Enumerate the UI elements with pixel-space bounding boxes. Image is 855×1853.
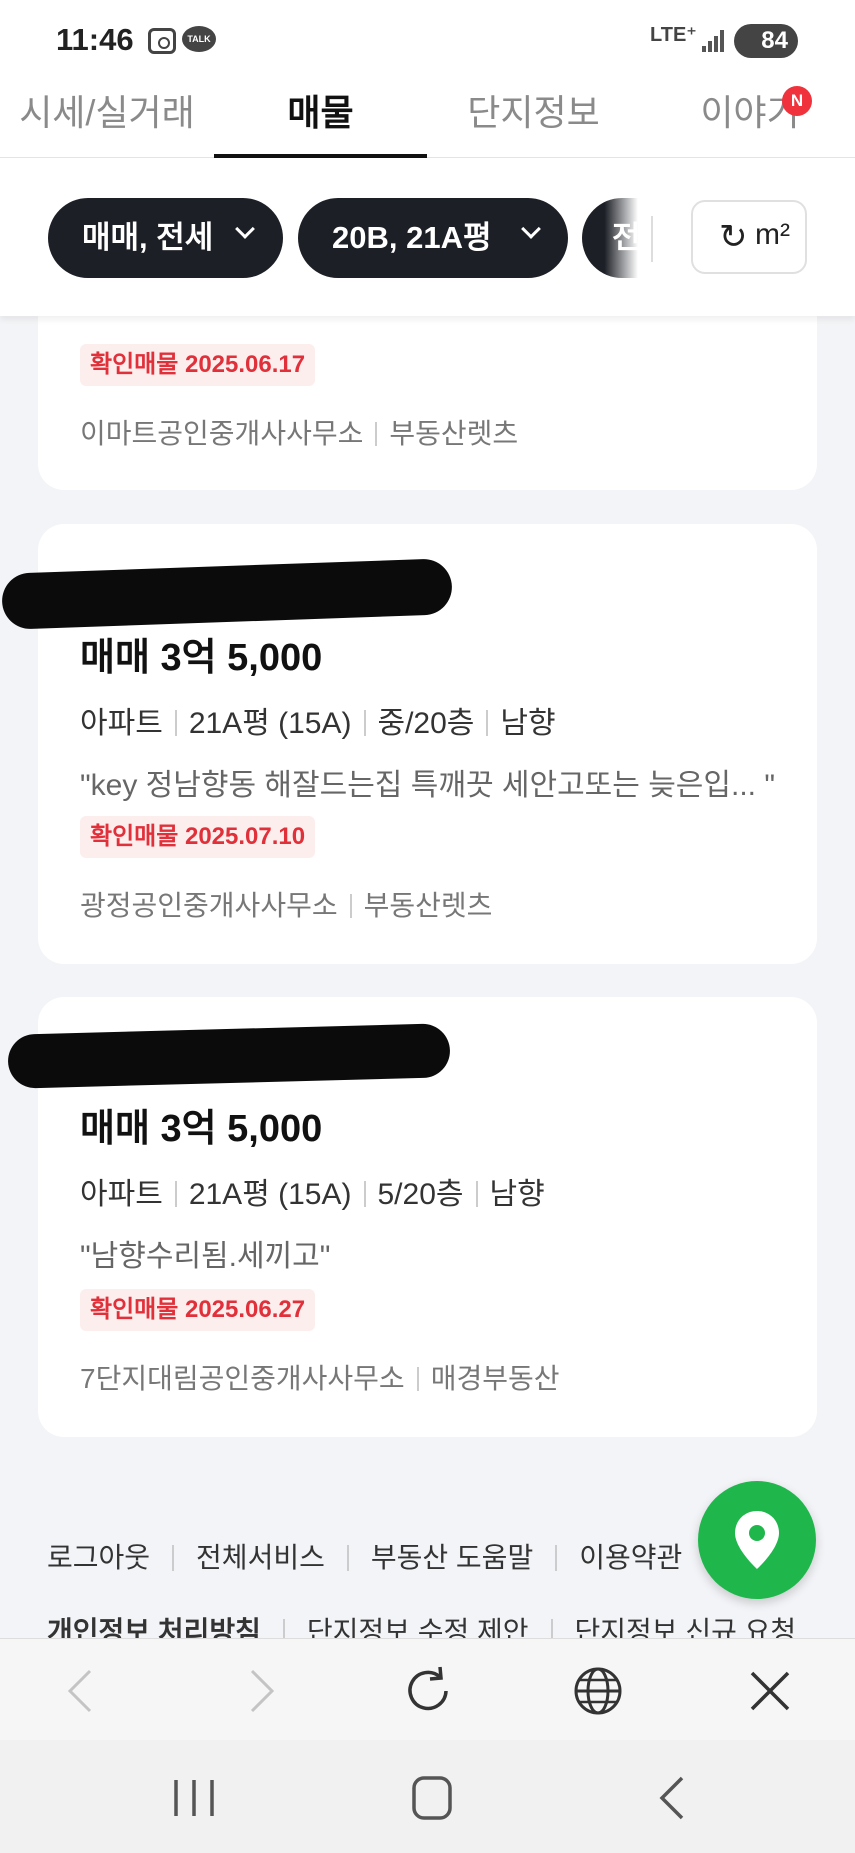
property-size: 21A평 (15A) <box>188 707 352 740</box>
property-floor: 중/20층 <box>377 707 475 740</box>
real-estate-help-link[interactable]: 부동산 도움말 <box>371 1542 533 1573</box>
redacted-title <box>7 1023 451 1089</box>
refresh-icon: ↻ <box>719 218 748 256</box>
unit-toggle-button[interactable]: ↻ m² <box>691 200 807 274</box>
status-time: 11:46 <box>56 22 134 57</box>
complex-new-request-link[interactable]: 단지정보 신규 요청 <box>575 1616 797 1640</box>
battery-level: 84 <box>761 27 788 54</box>
talk-icon: TALK <box>182 26 216 52</box>
terms-link[interactable]: 이용약관 <box>579 1542 682 1573</box>
chevron-down-icon <box>235 219 255 239</box>
battery-icon: 84 <box>734 24 798 58</box>
close-icon[interactable] <box>742 1663 798 1719</box>
logout-link[interactable]: 로그아웃 <box>47 1542 150 1573</box>
listing-agency-row: 이마트공인중개사사무소 부동산렛츠 <box>80 412 518 452</box>
agency-name: 이마트공인중개사사무소 <box>80 418 364 449</box>
footer-links-secondary: 개인정보 처리방침 단지정보 수정 제안 단지정보 신규 요청 <box>47 1610 796 1640</box>
agency-name: 7단지대림공인중개사사무소 <box>80 1363 405 1394</box>
property-direction: 남향 <box>489 1178 545 1211</box>
listing-specs: 아파트 21A평 (15A) 5/20층 남향 <box>80 1169 545 1213</box>
screenshot-icon <box>148 28 176 54</box>
size-filter[interactable]: 20B, 21A평 <box>298 198 568 278</box>
tab-stories[interactable]: 이야기 <box>660 80 840 158</box>
reload-icon[interactable] <box>400 1663 456 1719</box>
listing-description: "남향수리됨.세끼고" <box>80 1240 331 1273</box>
property-size: 21A평 (15A) <box>188 1178 352 1211</box>
back-arrow-icon[interactable] <box>54 1663 110 1719</box>
privacy-policy-link[interactable]: 개인정보 처리방침 <box>47 1616 261 1640</box>
listing-price: 매매 3억 5,000 <box>80 1108 323 1150</box>
chevron-down-icon <box>521 219 541 239</box>
redacted-title <box>1 558 453 630</box>
forward-arrow-icon[interactable] <box>232 1663 288 1719</box>
trade-type-filter[interactable]: 매매, 전세 <box>48 198 283 278</box>
confirmed-badge: 확인매물 2025.06.17 <box>80 344 316 386</box>
listing-price: 매매 3억 5,000 <box>80 637 323 679</box>
listing-specs: 아파트 21A평 (15A) 중/20층 남향 <box>80 698 556 742</box>
signal-icon <box>702 30 726 52</box>
trade-type-filter-label: 매매, 전세 <box>82 220 214 255</box>
listing-agency-row: 7단지대림공인중개사사무소 매경부동산 <box>80 1357 560 1397</box>
property-type: 아파트 <box>80 1178 163 1211</box>
listing-description: "key 정남향동 해잘드는집 특깨끗 세안고또는 늦은입... " <box>80 769 775 802</box>
map-pin-icon <box>735 1511 779 1569</box>
complex-edit-suggestion-link[interactable]: 단지정보 수정 제안 <box>307 1616 529 1640</box>
tab-listings[interactable]: 매물 <box>214 80 427 158</box>
recent-apps-icon[interactable] <box>164 1770 224 1826</box>
confirmed-badge: 확인매물 2025.06.27 <box>80 1289 316 1331</box>
property-direction: 남향 <box>500 707 556 740</box>
more-filter-chip[interactable]: 전 <box>582 198 638 278</box>
filter-divider <box>651 216 653 262</box>
listing-provider: 부동산렛츠 <box>389 418 519 449</box>
property-type: 아파트 <box>80 707 163 740</box>
size-filter-label: 20B, 21A평 <box>332 220 492 255</box>
footer-links: 로그아웃 전체서비스 부동산 도움말 이용약관 <box>47 1536 682 1576</box>
status-bar: 11:46 TALK LTE⁺ 84 <box>0 0 855 80</box>
more-filter-label: 전 <box>612 220 638 255</box>
tab-complex-info[interactable]: 단지정보 <box>427 80 640 158</box>
all-services-link[interactable]: 전체서비스 <box>196 1542 325 1573</box>
tab-price-history[interactable]: 시세/실거래 <box>0 80 214 158</box>
home-icon[interactable] <box>402 1770 462 1826</box>
property-floor: 5/20층 <box>377 1178 464 1211</box>
new-badge: N <box>782 86 812 116</box>
lte-icon: LTE⁺ <box>650 24 697 46</box>
listing-card[interactable]: 매매 3억 5,000 아파트 21A평 (15A) 5/20층 남향 "남향수리됨.… <box>7 997 817 1437</box>
confirmed-badge: 확인매물 2025.07.10 <box>80 816 316 858</box>
browser-toolbar <box>0 1638 855 1740</box>
system-navigation-bar <box>0 1740 855 1853</box>
filter-bar: 매매, 전세 20B, 21A평 전 ↻ m² <box>0 158 855 316</box>
listing-provider: 부동산렛츠 <box>363 890 493 921</box>
listing-provider: 매경부동산 <box>430 1363 560 1394</box>
map-button[interactable] <box>698 1481 816 1599</box>
listing-agency-row: 광정공인중개사사무소 부동산렛츠 <box>80 884 492 924</box>
agency-name: 광정공인중개사사무소 <box>80 890 338 921</box>
tab-bar: 시세/실거래 매물 단지정보 이야기 <box>0 80 855 158</box>
unit-label: m² <box>755 218 790 251</box>
globe-icon[interactable] <box>570 1663 626 1719</box>
system-back-icon[interactable] <box>642 1770 702 1826</box>
listing-card[interactable]: 매매 3억 5,000 아파트 21A평 (15A) 중/20층 남향 "key 정남… <box>1 524 817 964</box>
